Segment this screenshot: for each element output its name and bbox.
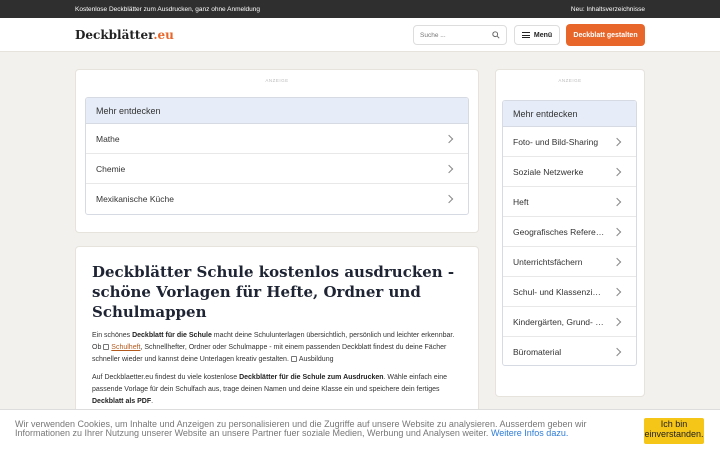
topbar-left-text: Kostenlose Deckblätter zum Ausdrucken, g…	[75, 5, 261, 13]
search-placeholder: Suche ...	[420, 31, 446, 39]
search-icon[interactable]	[492, 31, 500, 39]
discover-item[interactable]: Mathe	[86, 124, 468, 154]
cookie-more-link[interactable]: Weitere Infos dazu.	[491, 428, 568, 438]
cookie-text-wrap: Wir verwenden Cookies, um Inhalte und An…	[15, 419, 640, 439]
logo-tld: .eu	[153, 27, 174, 42]
chevron-right-icon	[612, 347, 622, 357]
ausbildung-link[interactable]: Ausbildung	[299, 356, 334, 363]
chevron-right-icon	[612, 227, 622, 236]
tag-icon	[290, 355, 297, 362]
chevron-right-icon	[612, 167, 622, 176]
logo-main: Deckblätter	[75, 27, 154, 42]
chevron-right-icon	[444, 134, 454, 143]
discover-box-main: Mehr entdecken Mathe Chemie Mexikanische…	[85, 97, 469, 215]
create-cover-button[interactable]: Deckblatt gestalten	[566, 24, 645, 46]
article-title: Deckblätter Schule kostenlos ausdrucken …	[92, 263, 455, 321]
discover-item[interactable]: Büromaterial	[503, 337, 636, 365]
cookie-accept-button[interactable]: Ich bin einverstanden.	[644, 418, 704, 444]
chevron-right-icon	[444, 194, 454, 204]
discover-heading: Mehr entdecken	[86, 98, 468, 124]
discover-item[interactable]: Unterrichtsfächern	[503, 247, 636, 277]
discover-item[interactable]: Foto- und Bild-Sharing	[503, 127, 636, 157]
discover-item[interactable]: Kindergärten, Grund- und	[503, 307, 636, 337]
discover-item[interactable]: Soziale Netzwerke	[503, 157, 636, 187]
chevron-right-icon	[612, 287, 622, 296]
discover-item[interactable]: Schul- und Klassenzimmer	[503, 277, 636, 307]
discover-heading: Mehr entdecken	[503, 101, 636, 127]
ad-label: ANZEIGE	[558, 78, 582, 83]
discover-box-sidebar: Mehr entdecken Foto- und Bild-Sharing So…	[502, 100, 637, 366]
schulheft-link[interactable]: Schulheft	[111, 344, 140, 351]
article-paragraph-2: Auf Deckblaetter.eu findest du viele kos…	[92, 374, 447, 406]
discover-item[interactable]: Chemie	[86, 154, 468, 184]
chevron-right-icon	[612, 257, 622, 266]
notebook-icon	[103, 343, 110, 350]
topbar-new-link[interactable]: Neu: Inhaltsverzeichnisse	[571, 6, 645, 13]
discover-item[interactable]: Mexikanische Küche	[86, 184, 468, 214]
chevron-right-icon	[612, 137, 622, 146]
chevron-right-icon	[444, 164, 454, 173]
site-logo[interactable]: Deckblätter.eu	[75, 28, 174, 42]
chevron-right-icon	[612, 317, 622, 326]
discover-item[interactable]: Heft	[503, 187, 636, 217]
site-header: Deckblätter.eu Suche ... Menü Deckblatt …	[0, 18, 720, 52]
menu-label: Menü	[533, 31, 553, 39]
article-paragraph-1: Ein schönes Deckblatt für die Schule mac…	[92, 331, 455, 363]
discover-item[interactable]: Geografisches Referenzmaterial	[503, 217, 636, 247]
cookie-banner: Wir verwenden Cookies, um Inhalte und An…	[0, 409, 720, 450]
top-announcement-bar: Kostenlose Deckblätter zum Ausdrucken, g…	[0, 0, 720, 18]
search-input[interactable]: Suche ...	[413, 25, 507, 45]
menu-button[interactable]: Menü	[514, 25, 560, 45]
ad-label: ANZEIGE	[265, 78, 289, 83]
chevron-right-icon	[612, 197, 622, 206]
hamburger-icon	[521, 32, 530, 38]
